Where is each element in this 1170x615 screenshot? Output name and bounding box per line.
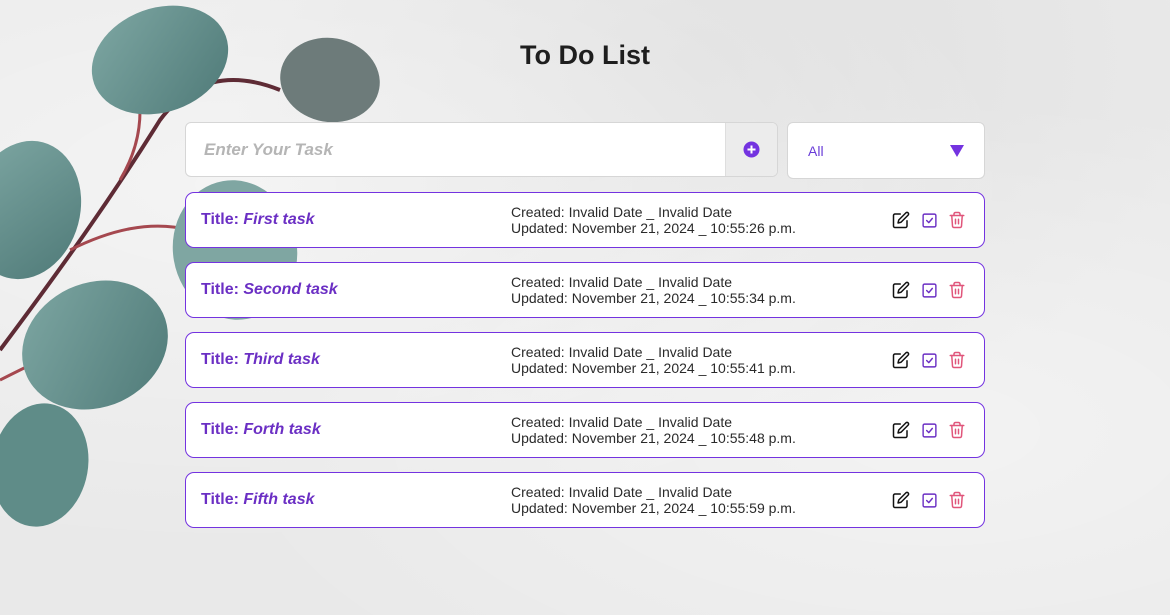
filter-selected-value: All: [808, 142, 824, 159]
created-value: Invalid Date _ Invalid Date: [568, 414, 733, 430]
edit-task-button[interactable]: [892, 351, 910, 369]
trash-icon: [949, 491, 965, 509]
add-task-button[interactable]: [725, 123, 777, 176]
complete-task-button[interactable]: [920, 491, 938, 509]
check-square-icon: [921, 492, 937, 508]
task-name: Fifth task: [243, 491, 315, 508]
task-created: Created: Invalid Date _ Invalid Date: [511, 274, 796, 290]
check-square-icon: [921, 422, 937, 438]
updated-label: Updated:: [511, 220, 572, 236]
created-value: Invalid Date _ Invalid Date: [568, 484, 733, 500]
task-title-prefix: Title:: [201, 491, 244, 508]
edit-task-button[interactable]: [892, 421, 910, 439]
plus-circle-icon: [743, 141, 760, 158]
task-name: Forth task: [243, 421, 321, 438]
task-title: Title: Forth task: [201, 421, 321, 439]
task-input-container: [185, 122, 778, 177]
updated-value: November 21, 2024 _ 10:55:41 p.m.: [571, 360, 796, 376]
task-dates: Created: Invalid Date _ Invalid Date Upd…: [511, 204, 796, 236]
created-label: Created:: [511, 204, 569, 220]
created-label: Created:: [511, 274, 569, 290]
task-actions: [892, 421, 966, 439]
task-created: Created: Invalid Date _ Invalid Date: [511, 204, 796, 220]
delete-task-button[interactable]: [948, 351, 966, 369]
delete-task-button[interactable]: [948, 211, 966, 229]
updated-value: November 21, 2024 _ 10:55:26 p.m.: [571, 220, 796, 236]
task-dates: Created: Invalid Date _ Invalid Date Upd…: [511, 414, 796, 446]
edit-task-button[interactable]: [892, 491, 910, 509]
complete-task-button[interactable]: [920, 211, 938, 229]
task-title-prefix: Title:: [201, 351, 244, 368]
complete-task-button[interactable]: [920, 351, 938, 369]
task-created: Created: Invalid Date _ Invalid Date: [511, 414, 796, 430]
updated-value: November 21, 2024 _ 10:55:48 p.m.: [571, 430, 796, 446]
task-actions: [892, 351, 966, 369]
complete-task-button[interactable]: [920, 281, 938, 299]
created-value: Invalid Date _ Invalid Date: [568, 344, 733, 360]
edit-icon: [892, 491, 910, 509]
updated-value: November 21, 2024 _ 10:55:59 p.m.: [571, 500, 796, 516]
edit-task-button[interactable]: [892, 281, 910, 299]
updated-label: Updated:: [511, 360, 572, 376]
trash-icon: [949, 281, 965, 299]
task-name: Second task: [243, 281, 338, 298]
delete-task-button[interactable]: [948, 491, 966, 509]
task-updated: Updated: November 21, 2024 _ 10:55:34 p.…: [511, 290, 796, 306]
created-value: Invalid Date _ Invalid Date: [568, 274, 733, 290]
task-name: First task: [243, 211, 315, 228]
task-card: Title: Third task Created: Invalid Date …: [185, 332, 985, 388]
triangle-down-icon: [950, 144, 964, 157]
updated-label: Updated:: [511, 290, 572, 306]
task-title-prefix: Title:: [201, 211, 244, 228]
task-title: Title: Third task: [201, 351, 320, 369]
created-label: Created:: [511, 344, 569, 360]
created-label: Created:: [511, 484, 569, 500]
check-square-icon: [921, 212, 937, 228]
edit-icon: [892, 211, 910, 229]
task-actions: [892, 491, 966, 509]
task-updated: Updated: November 21, 2024 _ 10:55:59 p.…: [511, 500, 796, 516]
task-title-prefix: Title:: [201, 281, 244, 298]
created-value: Invalid Date _ Invalid Date: [568, 204, 733, 220]
trash-icon: [949, 351, 965, 369]
task-dates: Created: Invalid Date _ Invalid Date Upd…: [511, 484, 796, 516]
updated-label: Updated:: [511, 430, 572, 446]
task-created: Created: Invalid Date _ Invalid Date: [511, 484, 796, 500]
edit-icon: [892, 281, 910, 299]
created-label: Created:: [511, 414, 569, 430]
task-updated: Updated: November 21, 2024 _ 10:55:26 p.…: [511, 220, 796, 236]
filter-select[interactable]: All: [787, 122, 985, 179]
edit-task-button[interactable]: [892, 211, 910, 229]
task-card: Title: Fifth task Created: Invalid Date …: [185, 472, 985, 528]
trash-icon: [949, 211, 965, 229]
edit-icon: [892, 351, 910, 369]
task-card: Title: Second task Created: Invalid Date…: [185, 262, 985, 318]
task-actions: [892, 281, 966, 299]
updated-value: November 21, 2024 _ 10:55:34 p.m.: [571, 290, 796, 306]
task-name: Third task: [243, 351, 320, 368]
task-list: Title: First task Created: Invalid Date …: [185, 192, 985, 542]
task-dates: Created: Invalid Date _ Invalid Date Upd…: [511, 344, 796, 376]
task-title: Title: Fifth task: [201, 491, 315, 509]
trash-icon: [949, 421, 965, 439]
task-updated: Updated: November 21, 2024 _ 10:55:41 p.…: [511, 360, 796, 376]
task-title: Title: First task: [201, 211, 315, 229]
task-input[interactable]: [186, 123, 725, 176]
task-actions: [892, 211, 966, 229]
check-square-icon: [921, 352, 937, 368]
task-card: Title: Forth task Created: Invalid Date …: [185, 402, 985, 458]
task-title-prefix: Title:: [201, 421, 244, 438]
delete-task-button[interactable]: [948, 281, 966, 299]
task-dates: Created: Invalid Date _ Invalid Date Upd…: [511, 274, 796, 306]
task-card: Title: First task Created: Invalid Date …: [185, 192, 985, 248]
delete-task-button[interactable]: [948, 421, 966, 439]
page-title: To Do List: [520, 40, 650, 70]
task-updated: Updated: November 21, 2024 _ 10:55:48 p.…: [511, 430, 796, 446]
task-title: Title: Second task: [201, 281, 338, 299]
updated-label: Updated:: [511, 500, 572, 516]
check-square-icon: [921, 282, 937, 298]
complete-task-button[interactable]: [920, 421, 938, 439]
edit-icon: [892, 421, 910, 439]
task-created: Created: Invalid Date _ Invalid Date: [511, 344, 796, 360]
